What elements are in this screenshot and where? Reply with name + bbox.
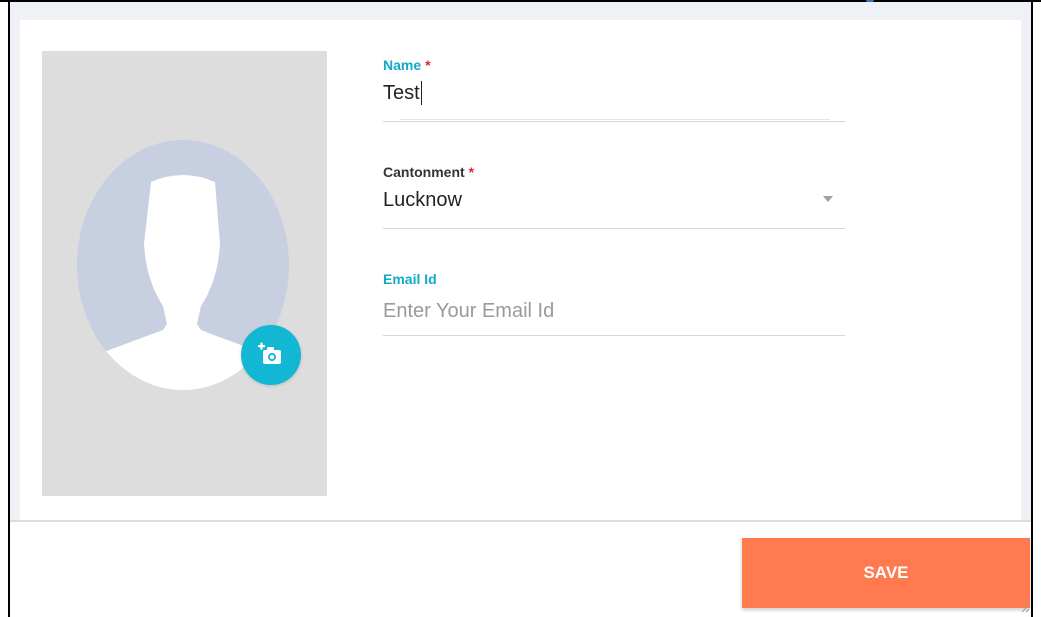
field-underline xyxy=(383,228,845,229)
required-mark: * xyxy=(425,57,431,73)
field-underline xyxy=(383,335,845,336)
name-label: Name * xyxy=(383,57,431,73)
resize-handle-icon[interactable] xyxy=(1021,604,1030,613)
name-field[interactable]: Name * Test xyxy=(383,56,845,122)
window-right-border xyxy=(1031,0,1033,617)
cantonment-label: Cantonment * xyxy=(383,164,475,180)
cantonment-value: Lucknow xyxy=(383,189,462,211)
add-photo-icon xyxy=(258,342,281,364)
required-mark: * xyxy=(468,164,475,180)
email-field[interactable]: Email Id xyxy=(383,270,845,336)
dropdown-arrow-icon[interactable] xyxy=(823,196,833,202)
name-value: Test xyxy=(383,82,420,104)
save-button[interactable]: SAVE xyxy=(742,538,1030,608)
cantonment-select[interactable]: Cantonment * Lucknow xyxy=(383,163,845,229)
photo-panel xyxy=(42,51,327,496)
add-photo-button[interactable] xyxy=(241,325,301,385)
email-input[interactable] xyxy=(383,298,823,324)
input-underline xyxy=(400,119,830,120)
email-label: Email Id xyxy=(383,271,437,287)
text-cursor xyxy=(420,80,422,105)
footer-divider xyxy=(10,520,1031,522)
field-underline xyxy=(383,121,845,122)
name-input[interactable]: Test xyxy=(383,80,845,106)
